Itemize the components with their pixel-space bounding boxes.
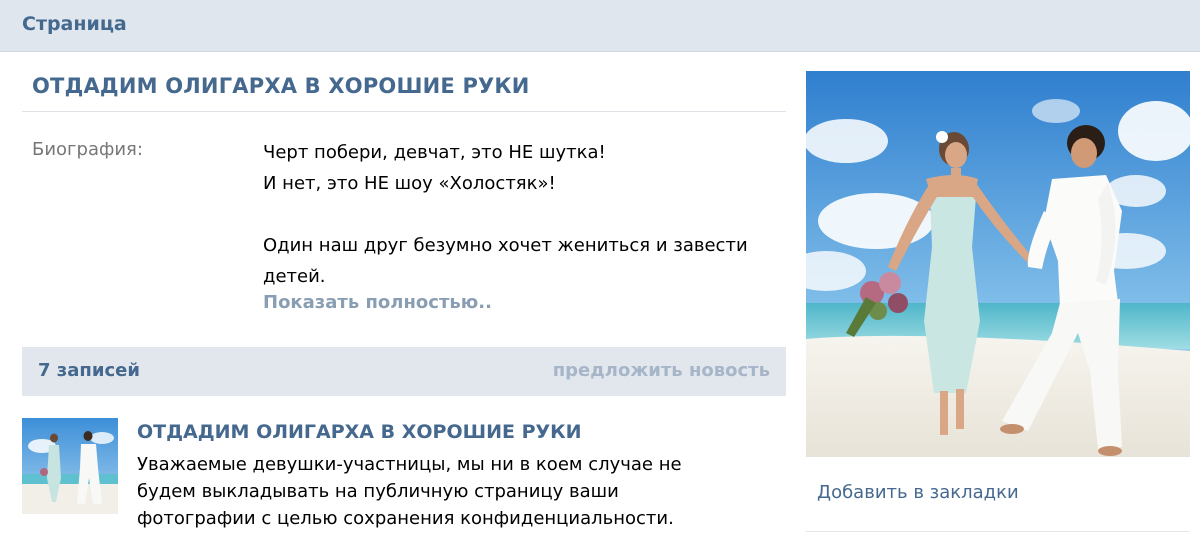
post-item: ОТДАДИМ ОЛИГАРХА В ХОРОШИЕ РУКИ Уважаемы… <box>22 415 786 536</box>
bio-label: Биография: <box>32 139 143 160</box>
post-title-link[interactable]: ОТДАДИМ ОЛИГАРХА В ХОРОШИЕ РУКИ <box>137 421 582 443</box>
header-title: Страница <box>22 13 127 35</box>
post-text-line: фотографии с целью сохранения конфиденци… <box>137 508 674 529</box>
suggest-news-link[interactable]: предложить новость <box>553 360 770 381</box>
posts-header-bar: 7 записей предложить новость <box>22 347 786 396</box>
bio-line: Черт побери, девчат, это НЕ шутка! <box>263 142 606 163</box>
sidebar-divider <box>806 531 1190 532</box>
title-divider <box>22 111 786 112</box>
bio-line: детей. <box>263 266 326 287</box>
beach-couple-thumbnail-image <box>22 418 118 514</box>
add-bookmark-link[interactable]: Добавить в закладки <box>817 482 1019 503</box>
main-column: ОТДАДИМ ОЛИГАРХА В ХОРОШИЕ РУКИ Биографи… <box>0 52 800 536</box>
post-text: Уважаемые девушки-участницы, мы ни в кое… <box>137 451 757 532</box>
bio-paragraph-gap <box>263 199 783 230</box>
post-text-line: будем выкладывать на публичную страницу … <box>137 481 619 502</box>
top-header: Страница <box>0 0 1200 52</box>
page-avatar-photo[interactable] <box>806 71 1190 457</box>
beach-couple-photo-image <box>806 71 1190 457</box>
posts-count-link[interactable]: 7 записей <box>38 360 140 381</box>
show-more-link[interactable]: Показать полностью.. <box>263 292 492 313</box>
post-thumbnail[interactable] <box>22 418 118 514</box>
page-title: ОТДАДИМ ОЛИГАРХА В ХОРОШИЕ РУКИ <box>32 74 530 98</box>
bio-text: Черт побери, девчат, это НЕ шутка! И нет… <box>263 137 783 292</box>
bio-line: Один наш друг безумно хочет жениться и з… <box>263 235 748 256</box>
bio-line: И нет, это НЕ шоу «Холостяк»! <box>263 173 556 194</box>
sidebar: Добавить в закладки <box>800 52 1200 536</box>
post-text-line: Уважаемые девушки-участницы, мы ни в кое… <box>137 454 682 475</box>
